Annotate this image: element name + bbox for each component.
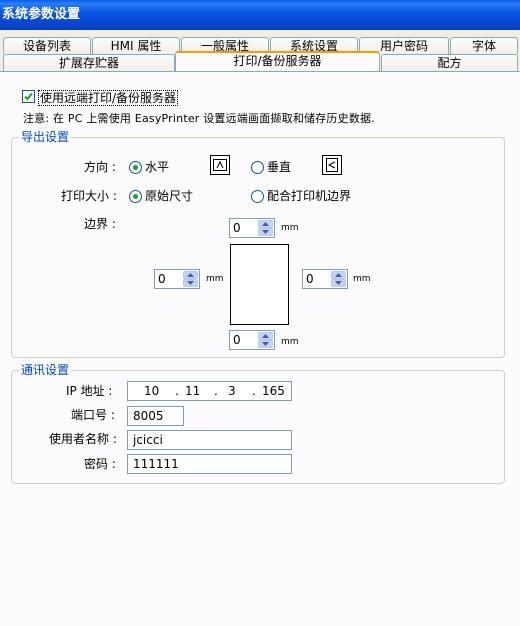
- landscape-orientation-icon: [210, 155, 230, 175]
- direction-vertical-radio[interactable]: [251, 161, 264, 174]
- ip-address-field[interactable]: 10 . 11 . 3 . 165: [127, 381, 292, 401]
- password-label: 密码 :: [84, 457, 116, 471]
- username-field[interactable]: jcicci: [127, 430, 292, 450]
- spin-down-icon[interactable]: [258, 228, 273, 236]
- comm-settings-legend: 通讯设置: [19, 363, 72, 377]
- ip-separator: .: [252, 384, 256, 398]
- checkmark-icon: [24, 92, 33, 101]
- spin-up-icon[interactable]: [258, 332, 273, 340]
- size-fit-printer-radio[interactable]: [251, 190, 264, 203]
- ip-address-label: IP 地址 :: [66, 384, 113, 398]
- window-title: 系统参数设置: [0, 0, 520, 30]
- margin-right-unit: mm: [353, 274, 371, 284]
- margin-label: 边界 :: [84, 217, 116, 231]
- port-label: 端口号 :: [71, 408, 115, 422]
- margin-top-spinner[interactable]: 0: [229, 218, 275, 238]
- portrait-orientation-icon: [322, 155, 342, 175]
- enable-server-checkbox[interactable]: [22, 90, 35, 103]
- margin-right-value[interactable]: 0: [306, 271, 314, 287]
- direction-vertical-label[interactable]: 垂直: [267, 160, 291, 174]
- ip-octet-2[interactable]: 11: [185, 383, 200, 399]
- spin-up-icon[interactable]: [183, 271, 198, 279]
- ip-separator: .: [175, 384, 179, 398]
- tab-panel: 使用远端打印/备份服务器 注意: 在 PC 上需使用 EasyPrinter 设…: [0, 71, 520, 626]
- margin-bottom-spinner[interactable]: 0: [229, 330, 275, 350]
- tab-font[interactable]: 字体: [450, 37, 518, 54]
- ip-octet-1[interactable]: 10: [144, 383, 159, 399]
- size-original-label[interactable]: 原始尺寸: [145, 189, 193, 203]
- port-field[interactable]: 8005: [127, 406, 184, 426]
- direction-label: 方向 :: [84, 160, 116, 174]
- size-original-radio[interactable]: [129, 190, 142, 203]
- direction-horizontal-label[interactable]: 水平: [145, 160, 169, 174]
- tab-device-list[interactable]: 设备列表: [3, 37, 91, 54]
- spin-up-icon[interactable]: [331, 271, 346, 279]
- size-fit-printer-label[interactable]: 配合打印机边界: [267, 189, 351, 203]
- ip-separator: .: [214, 384, 218, 398]
- margin-top-value[interactable]: 0: [233, 220, 241, 236]
- margin-left-spinner[interactable]: 0: [154, 269, 200, 289]
- margin-bottom-value[interactable]: 0: [233, 332, 241, 348]
- spin-down-icon[interactable]: [258, 340, 273, 348]
- spin-up-icon[interactable]: [258, 220, 273, 228]
- print-size-label: 打印大小 :: [61, 189, 117, 203]
- tab-recipe[interactable]: 配方: [381, 54, 518, 71]
- username-label: 使用者名称 :: [49, 432, 117, 446]
- tab-extended-memory[interactable]: 扩展存贮器: [3, 54, 175, 71]
- margin-left-value[interactable]: 0: [158, 271, 166, 287]
- margin-bottom-unit: mm: [281, 337, 299, 347]
- enable-server-label[interactable]: 使用远端打印/备份服务器: [38, 90, 179, 106]
- ip-octet-4[interactable]: 165: [262, 383, 285, 399]
- spin-down-icon[interactable]: [331, 279, 346, 287]
- margin-right-spinner[interactable]: 0: [302, 269, 348, 289]
- ip-octet-3[interactable]: 3: [228, 383, 236, 399]
- export-settings-legend: 导出设置: [19, 130, 72, 144]
- note-text: 注意: 在 PC 上需使用 EasyPrinter 设置远端画面撷取和储存历史数…: [23, 112, 375, 125]
- password-field[interactable]: 111111: [127, 454, 292, 474]
- margin-top-unit: mm: [281, 223, 299, 233]
- margin-left-unit: mm: [206, 274, 224, 284]
- tab-hmi-properties[interactable]: HMI 属性: [92, 37, 180, 54]
- tab-print-backup-server[interactable]: 打印/备份服务器: [175, 51, 380, 71]
- page-preview: [230, 244, 289, 325]
- spin-down-icon[interactable]: [183, 279, 198, 287]
- direction-horizontal-radio[interactable]: [129, 161, 142, 174]
